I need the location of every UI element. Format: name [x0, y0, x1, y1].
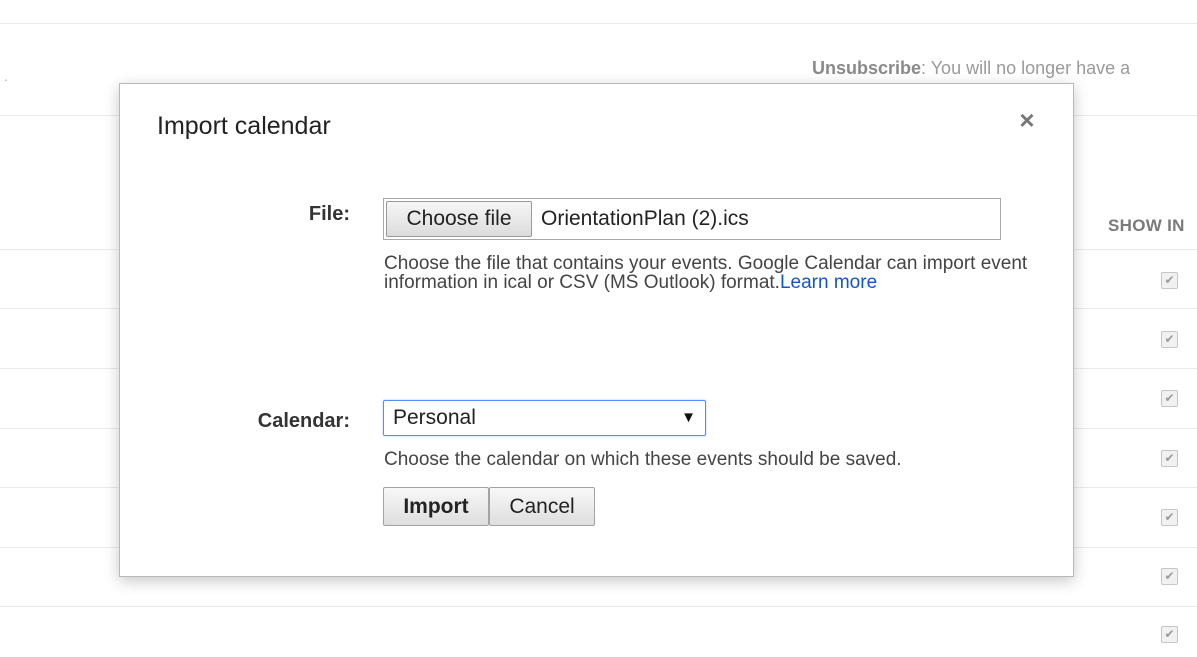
show-in-list-checkbox[interactable]: ✔ — [1161, 390, 1178, 407]
calendar-help-text: Choose the calendar on which these event… — [384, 449, 902, 470]
unsubscribe-link[interactable]: Unsubscribe — [812, 58, 921, 78]
show-in-list-checkbox[interactable]: ✔ — [1161, 626, 1178, 643]
close-icon[interactable]: × — [1013, 106, 1041, 134]
page: . Unsubscribe: You will no longer have a… — [0, 0, 1197, 657]
calendar-select-value: Personal — [393, 406, 476, 429]
divider — [0, 23, 1197, 24]
show-in-list-checkbox[interactable]: ✔ — [1161, 450, 1178, 467]
import-calendar-dialog: Import calendar × File: Choose file Orie… — [119, 83, 1074, 577]
selected-file-name: OrientationPlan (2).ics — [541, 207, 749, 230]
show-in-list-header: SHOW IN — [1108, 216, 1185, 235]
stray-mark: . — [4, 68, 8, 84]
show-in-list-checkbox[interactable]: ✔ — [1161, 509, 1178, 526]
unsubscribe-text: : You will no longer have a — [921, 58, 1131, 78]
unsubscribe-note: Unsubscribe: You will no longer have a — [812, 58, 1130, 79]
cancel-button[interactable]: Cancel — [489, 487, 595, 526]
dialog-buttons: Import Cancel — [383, 487, 595, 526]
file-input[interactable]: Choose file OrientationPlan (2).ics — [383, 198, 1001, 240]
show-in-list-checkbox[interactable]: ✔ — [1161, 331, 1178, 348]
table-row-divider — [0, 606, 1197, 607]
choose-file-button[interactable]: Choose file — [386, 201, 532, 237]
show-in-list-checkbox[interactable]: ✔ — [1161, 568, 1178, 585]
learn-more-link[interactable]: Learn more — [780, 272, 877, 293]
import-button[interactable]: Import — [383, 487, 489, 526]
dialog-title: Import calendar — [157, 112, 331, 140]
chevron-down-icon: ▼ — [681, 409, 696, 426]
calendar-label: Calendar: — [257, 410, 350, 432]
file-help-body: Choose the file that contains your event… — [384, 253, 1028, 293]
file-label: File: — [308, 203, 350, 225]
show-in-list-checkbox[interactable]: ✔ — [1161, 272, 1178, 289]
calendar-select[interactable]: Personal ▼ — [383, 400, 706, 436]
file-help-text: Choose the file that contains your event… — [384, 254, 1034, 292]
